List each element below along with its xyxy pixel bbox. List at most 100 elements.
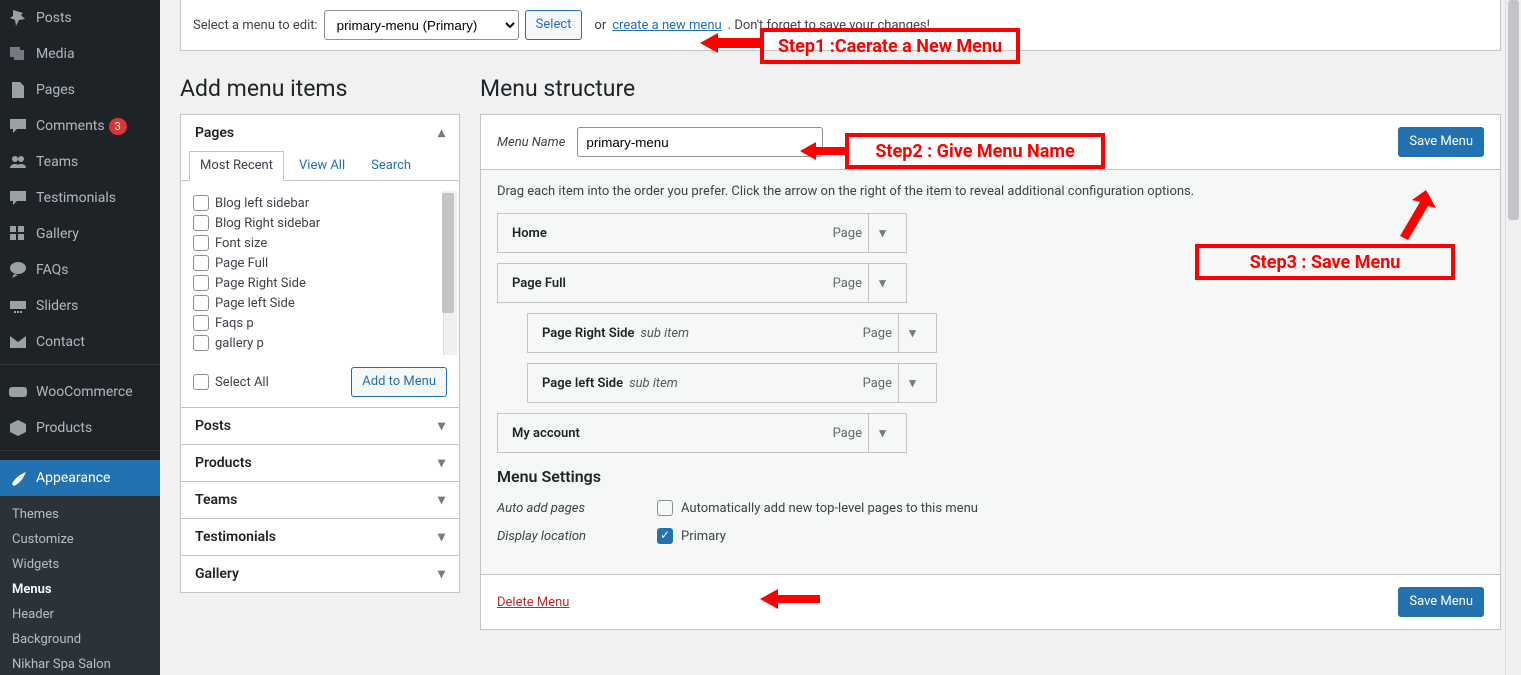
- page-item-label: Faqs p: [215, 316, 254, 331]
- accordion-products-header[interactable]: Products ▾: [181, 445, 459, 481]
- submenu-themes[interactable]: Themes: [0, 502, 160, 527]
- page-scrollbar[interactable]: [1505, 0, 1521, 675]
- menu-item-title: Page Right Side: [542, 326, 634, 341]
- menu-item-subtag: sub item: [629, 376, 678, 391]
- accordion-posts: Posts▾: [180, 408, 460, 445]
- sidebar-item-testimonials[interactable]: Testimonials: [0, 180, 160, 216]
- menu-item-type: Page: [833, 276, 862, 291]
- sidebar-item-products[interactable]: Products: [0, 410, 160, 446]
- menu-item-subtag: sub item: [640, 326, 689, 341]
- create-new-menu-link[interactable]: create a new menu: [612, 18, 721, 33]
- page-checkbox[interactable]: [193, 195, 209, 211]
- primary-location-checkbox[interactable]: [657, 528, 673, 544]
- gallery-icon: [8, 224, 28, 244]
- menu-item-type: Page: [863, 326, 892, 341]
- tab-search[interactable]: Search: [360, 151, 422, 180]
- sidebar-item-pages[interactable]: Pages: [0, 72, 160, 108]
- submenu-background[interactable]: Background: [0, 627, 160, 652]
- menu-item-toggle[interactable]: ▾: [868, 264, 896, 302]
- sidebar-item-appearance[interactable]: Appearance: [0, 460, 160, 496]
- accordion-teams-header[interactable]: Teams▾: [181, 482, 459, 518]
- sidebar-item-label: Media: [36, 46, 75, 62]
- menu-item-home[interactable]: Home Page ▾: [497, 213, 907, 253]
- caret-down-icon: ▾: [438, 455, 445, 471]
- sidebar-item-sliders[interactable]: Sliders: [0, 288, 160, 324]
- submenu-widgets[interactable]: Widgets: [0, 552, 160, 577]
- sidebar-item-label: FAQs: [36, 262, 69, 278]
- page-checkbox[interactable]: [193, 235, 209, 251]
- select-menu-button[interactable]: Select: [525, 10, 583, 40]
- add-to-menu-button[interactable]: Add to Menu: [351, 367, 447, 397]
- menu-item-type: Page: [833, 426, 862, 441]
- sidebar-item-posts[interactable]: Posts: [0, 0, 160, 36]
- menu-name-input[interactable]: [577, 127, 823, 157]
- accordion-gallery: Gallery▾: [180, 556, 460, 593]
- sidebar-item-label: Teams: [36, 154, 78, 170]
- sidebar-item-woocommerce[interactable]: WooCommerce: [0, 374, 160, 410]
- accordion-products: Products ▾: [180, 445, 460, 482]
- accordion-label: Products: [195, 455, 252, 471]
- page-checkbox[interactable]: [193, 255, 209, 271]
- menu-item-toggle[interactable]: ▾: [898, 364, 926, 402]
- page-checkbox[interactable]: [193, 215, 209, 231]
- auto-add-text: Automatically add new top-level pages to…: [681, 501, 978, 516]
- menu-item-toggle[interactable]: ▾: [898, 314, 926, 352]
- mail-icon: [8, 332, 28, 352]
- tab-most-recent[interactable]: Most Recent: [189, 151, 284, 181]
- sidebar-item-comments[interactable]: Comments3: [0, 108, 160, 144]
- groups-icon: [8, 152, 28, 172]
- submenu-menus[interactable]: Menus: [0, 577, 160, 602]
- sidebar-item-media[interactable]: Media: [0, 36, 160, 72]
- submenu-header[interactable]: Header: [0, 602, 160, 627]
- setting-auto-add: Auto add pages Automatically add new top…: [497, 494, 1484, 522]
- menu-item-type: Page: [833, 226, 862, 241]
- main-content: Select a menu to edit: primary-menu (Pri…: [160, 0, 1521, 675]
- accordion-pages-header[interactable]: Pages ▴: [181, 115, 459, 151]
- menu-select-dropdown[interactable]: primary-menu (Primary): [324, 10, 519, 40]
- tab-view-all[interactable]: View All: [288, 151, 356, 180]
- menu-item-page-right-side[interactable]: Page Right Side sub item Page ▾: [527, 313, 937, 353]
- accordion-pages-title: Pages: [195, 125, 234, 141]
- page-item-label: Page Full: [215, 256, 268, 271]
- pages-scrollbar[interactable]: [443, 191, 457, 355]
- woo-icon: [8, 382, 28, 402]
- accordion-testimonials-header[interactable]: Testimonials▾: [181, 519, 459, 555]
- sidebar-item-label: WooCommerce: [36, 384, 133, 400]
- submenu-customize[interactable]: Customize: [0, 527, 160, 552]
- page-checkbox[interactable]: [193, 275, 209, 291]
- submenu-nikhar[interactable]: Nikhar Spa Salon: [0, 652, 160, 675]
- save-menu-button-top[interactable]: Save Menu: [1398, 127, 1484, 157]
- menu-item-page-left-side[interactable]: Page left Side sub item Page ▾: [527, 363, 937, 403]
- menu-item-toggle[interactable]: ▾: [868, 414, 896, 452]
- sidebar-item-contact[interactable]: Contact: [0, 324, 160, 360]
- page-checkbox[interactable]: [193, 295, 209, 311]
- menu-item-title: Page left Side: [542, 376, 623, 391]
- page-checkbox[interactable]: [193, 315, 209, 331]
- menu-header: Menu Name Save Menu: [481, 115, 1500, 170]
- sidebar-item-label: Comments: [36, 118, 105, 134]
- sidebar-item-label: Posts: [36, 10, 72, 26]
- save-menu-button-bottom[interactable]: Save Menu: [1398, 587, 1484, 617]
- auto-add-checkbox[interactable]: [657, 500, 673, 516]
- select-all-label: Select All: [215, 375, 269, 390]
- sidebar-item-teams[interactable]: Teams: [0, 144, 160, 180]
- sidebar-item-gallery[interactable]: Gallery: [0, 216, 160, 252]
- menu-item-my-account[interactable]: My account Page ▾: [497, 413, 907, 453]
- admin-sidebar: Posts Media Pages Comments3 Teams Testim…: [0, 0, 160, 675]
- menu-item-page-full[interactable]: Page Full Page ▾: [497, 263, 907, 303]
- pin-icon: [8, 8, 28, 28]
- pages-checklist: Blog left sidebar Blog Right sidebar Fon…: [181, 189, 459, 357]
- delete-menu-link[interactable]: Delete Menu: [497, 595, 569, 610]
- accordion-posts-header[interactable]: Posts▾: [181, 408, 459, 444]
- menu-item-title: My account: [512, 426, 580, 441]
- menu-item-toggle[interactable]: ▾: [868, 214, 896, 252]
- page-checkbox[interactable]: [193, 335, 209, 351]
- sidebar-item-faqs[interactable]: FAQs: [0, 252, 160, 288]
- accordion-label: Testimonials: [195, 529, 276, 545]
- select-all-checkbox[interactable]: [193, 374, 209, 390]
- accordion-gallery-header[interactable]: Gallery▾: [181, 556, 459, 592]
- sidebar-item-label: Testimonials: [36, 190, 116, 206]
- testimonial-icon: [8, 188, 28, 208]
- caret-up-icon: ▴: [438, 125, 445, 141]
- page-item-label: Page left Side: [215, 296, 295, 311]
